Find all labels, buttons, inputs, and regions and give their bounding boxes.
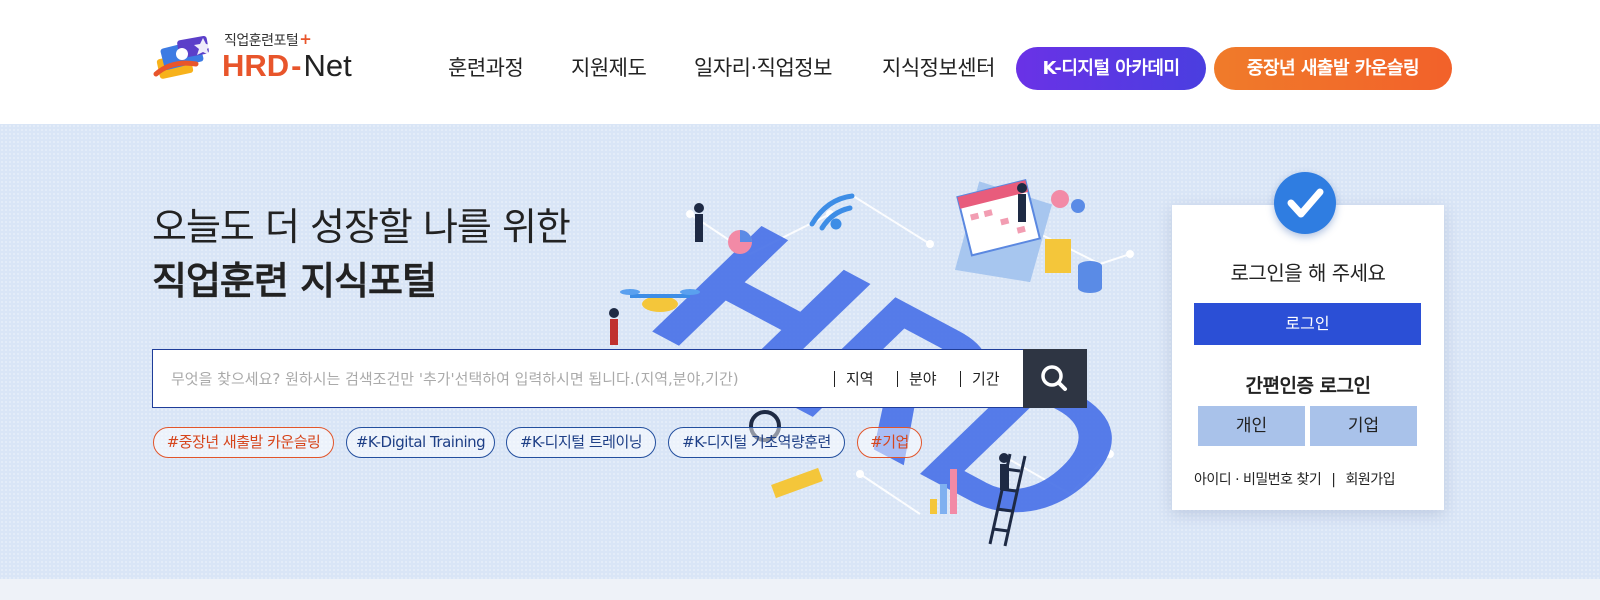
hero-section: 오늘도 더 성장할 나를 위한 직업훈련 지식포털 HRD <box>0 124 1600 579</box>
middleage-counseling-button[interactable]: 중장년 새출발 카운슬링 <box>1214 47 1452 90</box>
k-digital-academy-button[interactable]: K-디지털 아카데미 <box>1016 47 1206 90</box>
logo-plus: + <box>299 30 312 48</box>
tag-k-digital-training-ko[interactable]: #K-디지털 트레이닝 <box>506 427 656 458</box>
hero-subheadline: 직업훈련 지식포털 <box>152 259 437 303</box>
logo-subtitle: 직업훈련포털+ <box>224 30 312 49</box>
logo-mark-icon <box>153 36 212 79</box>
simple-auth-personal-button[interactable]: 개인 <box>1198 406 1305 446</box>
tag-k-digital-basic[interactable]: #K-디지털 기초역량훈련 <box>668 427 845 458</box>
tag-k-digital-training-en[interactable]: #K-Digital Training <box>346 427 495 458</box>
hrd-net-logo[interactable]: 직업훈련포털+ HRD-Net <box>152 30 372 90</box>
join-link[interactable]: 회원가입 <box>1345 472 1395 488</box>
nav-jobs-info[interactable]: 일자리·직업정보 <box>694 52 832 82</box>
search-input[interactable] <box>153 350 813 407</box>
login-title: 로그인을 해 주세요 <box>1230 261 1386 285</box>
logo-net: Net <box>303 48 352 83</box>
bottom-band <box>0 579 1600 600</box>
simple-auth-title: 간편인증 로그인 <box>1245 375 1371 397</box>
search-separator <box>834 371 835 387</box>
hero-headline: 오늘도 더 성장할 나를 위한 <box>152 205 571 249</box>
nav-support-system[interactable]: 지원제도 <box>571 52 647 82</box>
login-panel: 로그인을 해 주세요 로그인 간편인증 로그인 개인 기업 아이디 · 비밀번호… <box>1172 205 1444 510</box>
site-header: 직업훈련포털+ HRD-Net 훈련과정 지원제도 일자리·직업정보 지식정보센… <box>0 0 1600 124</box>
checkmark-icon <box>1274 172 1336 234</box>
search-icon <box>1041 365 1067 391</box>
search-option-region[interactable]: 지역 <box>846 368 874 389</box>
tag-middleage-counseling[interactable]: #중장년 새출발 카운슬링 <box>153 427 334 458</box>
login-links: 아이디 · 비밀번호 찾기 | 회원가입 <box>1194 469 1395 489</box>
login-link-separator: | <box>1331 472 1336 488</box>
logo-title: HRD-Net <box>222 48 352 84</box>
search-button[interactable] <box>1023 349 1087 408</box>
logo-hrd: HRD <box>222 48 290 83</box>
search-bar: 지역 분야 기간 <box>152 349 1087 408</box>
search-separator <box>897 371 898 387</box>
login-button[interactable]: 로그인 <box>1194 303 1421 345</box>
search-option-field[interactable]: 분야 <box>909 368 937 389</box>
search-option-period[interactable]: 기간 <box>972 368 1000 389</box>
logo-dash: - <box>291 48 302 83</box>
nav-knowledge-center[interactable]: 지식정보센터 <box>882 52 995 82</box>
nav-training-courses[interactable]: 훈련과정 <box>448 52 524 82</box>
tag-company[interactable]: #기업 <box>857 427 922 458</box>
simple-auth-company-button[interactable]: 기업 <box>1310 406 1417 446</box>
search-separator <box>960 371 961 387</box>
find-id-password-link[interactable]: 아이디 · 비밀번호 찾기 <box>1194 472 1322 488</box>
